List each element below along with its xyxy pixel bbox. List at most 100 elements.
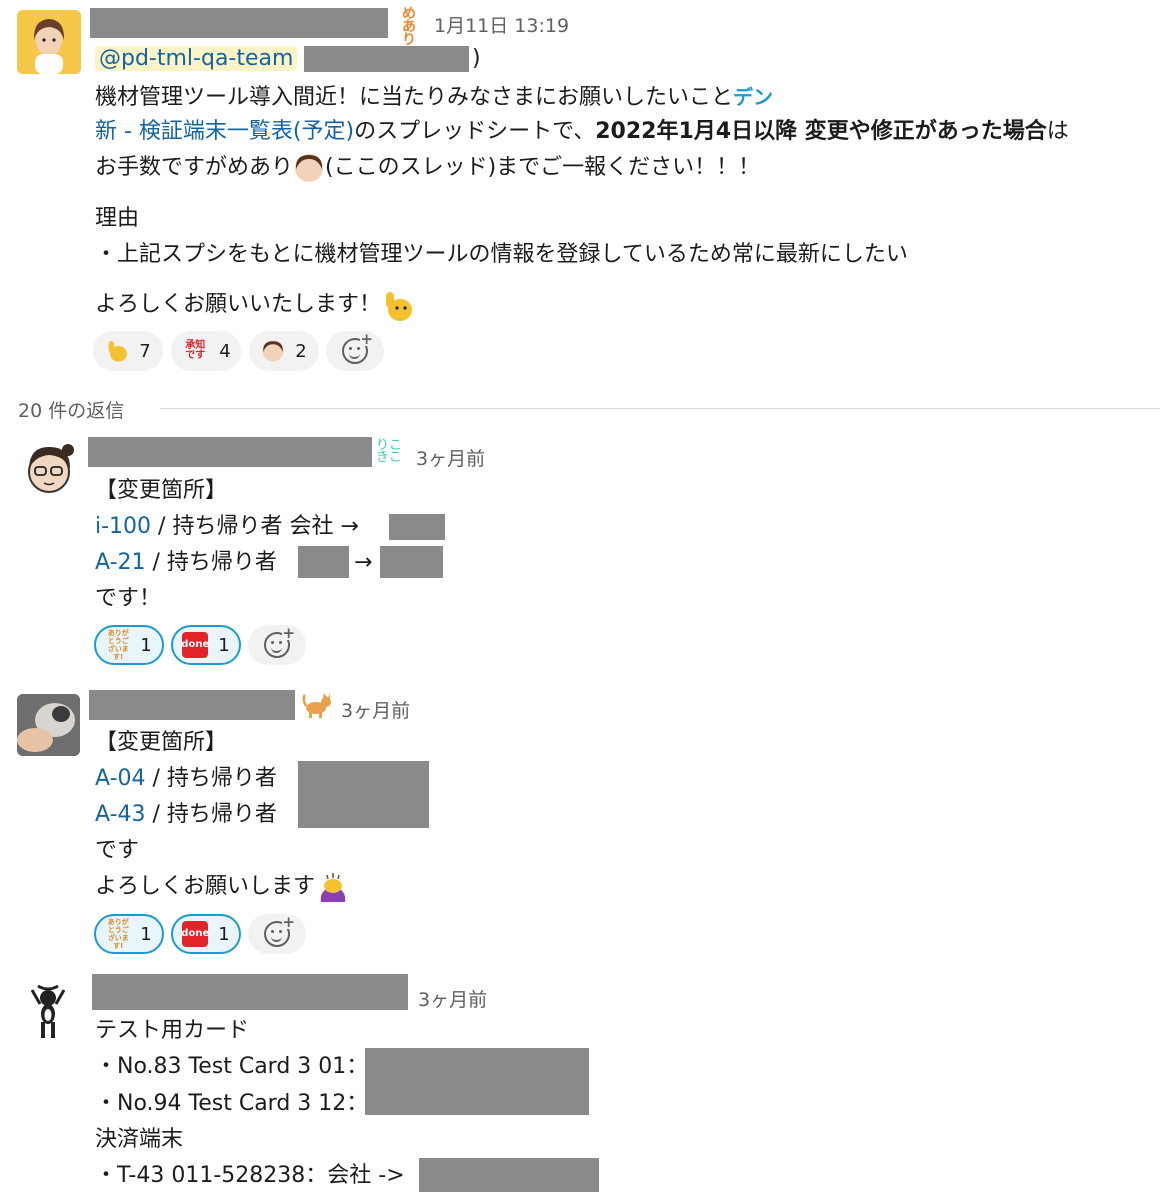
line2-text: のスプレッドシートで、 xyxy=(354,119,596,144)
reply-line: です！ xyxy=(95,586,162,611)
line2-bold: 2022年1月4日以降 変更や修正があった場合 xyxy=(595,119,1047,144)
device-link[interactable]: A-04 xyxy=(95,766,146,791)
reply-line: ・No.83 Test Card 3 01： xyxy=(95,1054,369,1079)
reaction-count: 1 xyxy=(140,923,152,945)
item-text: / 持ち帰り者 xyxy=(145,766,277,791)
redacted-value xyxy=(380,546,443,578)
closing-text: よろしくお願いいたします！ xyxy=(95,292,382,317)
reply-timestamp[interactable]: 3ヶ月前 xyxy=(418,985,487,1012)
raised-hand-emoji xyxy=(381,290,415,322)
reply-line: です xyxy=(95,838,140,863)
reaction-done[interactable]: done 1 xyxy=(171,914,241,954)
arrow-text: → xyxy=(354,550,373,575)
done-icon: done xyxy=(181,632,209,658)
avatar[interactable] xyxy=(18,982,78,1042)
reaction-arigatou[interactable]: ありがとうございます! 1 xyxy=(94,914,164,954)
reaction-person-face[interactable]: 2 xyxy=(249,331,319,371)
add-reaction-icon: + xyxy=(264,626,295,658)
reaction-raised-hand[interactable]: 7 xyxy=(93,331,163,371)
arigatou-icon: ありがとうございます! xyxy=(107,918,129,950)
reply-line: A-04 / 持ち帰り者 xyxy=(95,764,277,794)
reaction-count: 4 xyxy=(219,340,231,362)
message-line-2: 新 - 検証端末一覧表(予定)のスプレッドシートで、2022年1月4日以降 変更… xyxy=(95,117,1069,147)
reply-line: ・No.94 Test Card 3 12： xyxy=(95,1091,369,1116)
person-face-emoji xyxy=(293,153,325,183)
spreadsheet-link[interactable]: 新 - 検証端末一覧表(予定) xyxy=(95,119,354,144)
message-line-3: お手数ですがめあり (ここのスレッド)までご一報ください！！！ xyxy=(95,153,760,183)
thread-divider xyxy=(160,408,1160,409)
status-tag: りこきこ xyxy=(376,438,403,465)
reaction-arigatou[interactable]: ありがとうございます! 1 xyxy=(94,625,164,665)
reply-line: よろしくお願いします xyxy=(95,872,351,904)
reply-line: A-21 / 持ち帰り者 xyxy=(95,548,277,578)
mention-line: @pd-tml-qa-team ( xyxy=(95,44,313,74)
item-text: / 持ち帰り者 xyxy=(145,802,277,827)
redacted-value xyxy=(419,1158,599,1192)
message-timestamp[interactable]: 1月11日 13:19 xyxy=(434,11,569,38)
reply-line: テスト用カード xyxy=(95,1018,250,1043)
mention-name-redacted xyxy=(304,46,469,72)
reason-title: 理由 xyxy=(95,206,140,231)
device-link[interactable]: A-43 xyxy=(95,802,146,827)
reply-timestamp[interactable]: 3ヶ月前 xyxy=(416,444,485,471)
avatar-image xyxy=(28,444,74,493)
reply-line: 【変更箇所】 xyxy=(95,730,228,755)
avatar[interactable] xyxy=(17,694,80,756)
avatar[interactable] xyxy=(20,440,78,500)
line2-end: は xyxy=(1046,119,1069,144)
sender-name-redacted[interactable] xyxy=(89,690,295,720)
reply-count[interactable]: 20 件の返信 xyxy=(18,396,124,423)
sender-name-redacted[interactable] xyxy=(90,8,388,38)
add-reaction-icon: + xyxy=(342,332,373,364)
add-reaction-button[interactable]: + xyxy=(248,914,306,954)
status-tag: めあり xyxy=(402,6,416,48)
line3-b: (ここのスレッド)までご一報ください！！！ xyxy=(325,155,761,180)
reason-line: ・上記スプシをもとに機材管理ツールの情報を登録しているため常に最新にしたい xyxy=(95,242,908,267)
avatar[interactable] xyxy=(17,10,81,74)
arigatou-icon: ありがとうございます! xyxy=(107,629,129,661)
device-link[interactable]: i-100 xyxy=(95,514,151,539)
sender-name-redacted[interactable] xyxy=(92,974,408,1010)
reaction-count: 2 xyxy=(295,340,307,362)
done-icon: done xyxy=(181,921,209,947)
redacted-value xyxy=(298,546,349,578)
item-text: / 持ち帰り者 会社 → xyxy=(151,514,359,539)
cat-icon xyxy=(302,692,332,722)
bowing-person-emoji xyxy=(315,872,351,904)
line3-a: お手数ですがめあり xyxy=(95,155,294,180)
reaction-done[interactable]: done 1 xyxy=(171,625,241,665)
reply-line: 【変更箇所】 xyxy=(95,478,228,503)
reply-line: ・T-43 011-528238：会社 -> xyxy=(95,1163,405,1188)
avatar-image xyxy=(17,10,81,74)
redacted-value xyxy=(298,761,429,828)
reply-line: 決済端末 xyxy=(95,1127,184,1152)
person-face-icon xyxy=(262,340,284,362)
device-link[interactable]: A-21 xyxy=(95,550,146,575)
redacted-value xyxy=(389,514,445,540)
redacted-value xyxy=(365,1048,589,1115)
add-reaction-button[interactable]: + xyxy=(248,625,306,665)
message-line-1: 機材管理ツール導入間近！に当たりみなさまにお願いしたいことデン xyxy=(95,82,773,113)
reaction-shouchi[interactable]: 承知です 4 xyxy=(171,331,241,371)
closing-text: よろしくお願いします xyxy=(95,874,316,899)
line1-text: 機材管理ツール導入間近！に当たりみなさまにお願いしたいこと xyxy=(95,85,734,110)
reply-line: A-43 / 持ち帰り者 xyxy=(95,800,277,830)
avatar-image xyxy=(30,984,66,1038)
shouchi-desu-icon: 承知です xyxy=(185,340,206,361)
closing-line: よろしくお願いいたします！ xyxy=(95,290,415,322)
reaction-count: 7 xyxy=(139,340,151,362)
reply-timestamp[interactable]: 3ヶ月前 xyxy=(341,696,410,723)
item-text: / 持ち帰り者 xyxy=(145,550,277,575)
avatar-image xyxy=(17,694,80,756)
reaction-count: 1 xyxy=(140,634,152,656)
sender-name-redacted[interactable] xyxy=(88,437,372,467)
reaction-count: 1 xyxy=(218,634,230,656)
add-reaction-icon: + xyxy=(264,915,295,947)
mention-chip[interactable]: @pd-tml-qa-team xyxy=(95,46,298,71)
reaction-count: 1 xyxy=(218,923,230,945)
add-reaction-button[interactable]: + xyxy=(326,331,384,371)
raised-hand-icon xyxy=(108,341,128,362)
paren-close: ) xyxy=(472,46,481,71)
reply-line: i-100 / 持ち帰り者 会社 → xyxy=(95,512,359,542)
den-emoji: デン xyxy=(733,85,774,109)
